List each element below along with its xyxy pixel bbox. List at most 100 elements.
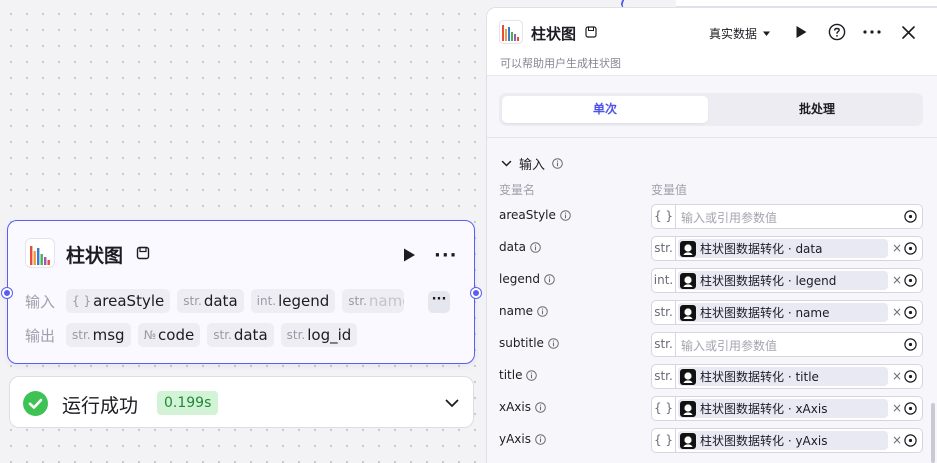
variable-name: name	[499, 304, 548, 318]
run-icon[interactable]	[401, 247, 417, 263]
type-badge: int.	[652, 269, 676, 292]
remove-reference-icon[interactable]: ×	[892, 369, 902, 383]
input-chip: { } areaStyle	[66, 289, 171, 313]
remove-reference-icon[interactable]: ×	[892, 433, 902, 447]
tab-single[interactable]: 单次	[502, 96, 708, 123]
variable-value-field[interactable]: str. 柱状图数据转化 · data ×	[651, 236, 923, 261]
variable-value-field[interactable]: { } 柱状图数据转化 · xAxis ×	[651, 396, 923, 421]
test-run-panel: 柱状图 可以帮助用户生成柱状图 真实数据 单次 批处理 输入 变量名 变量值 a…	[486, 7, 937, 463]
reference-tag[interactable]: 柱状图数据转化 · data	[678, 239, 888, 258]
reference-target-icon[interactable]	[904, 434, 917, 447]
column-header-name: 变量名	[499, 183, 536, 197]
variable-value-field[interactable]: str. 柱状图数据转化 · title ×	[651, 364, 923, 389]
reference-target-icon[interactable]	[904, 242, 917, 255]
reference-text: 柱状图数据转化 · yAxis	[700, 434, 828, 448]
type-badge: str.	[652, 301, 676, 324]
save-icon[interactable]	[136, 246, 150, 260]
reference-text: 柱状图数据转化 · xAxis	[700, 402, 828, 416]
section-title: 输入	[519, 158, 546, 173]
panel-title: 柱状图	[531, 25, 577, 43]
type-badge: { }	[652, 397, 676, 420]
save-icon[interactable]	[585, 26, 597, 38]
run-icon[interactable]	[791, 22, 811, 42]
reference-target-icon[interactable]	[904, 306, 917, 319]
reference-text: 柱状图数据转化 · name	[700, 306, 830, 320]
info-icon	[544, 273, 555, 285]
variable-row: subtitle str. 输入或引用参数值	[499, 332, 923, 358]
remove-reference-icon[interactable]: ×	[892, 401, 902, 415]
remove-reference-icon[interactable]: ×	[892, 273, 902, 287]
column-header-value: 变量值	[651, 183, 688, 197]
info-icon	[530, 241, 541, 253]
remove-reference-icon[interactable]: ×	[892, 241, 902, 255]
variable-row: xAxis { } 柱状图数据转化 · xAxis ×	[499, 396, 923, 422]
type-badge: str.	[652, 333, 676, 356]
run-mode-tabs: 单次 批处理	[499, 93, 923, 126]
variable-value-field[interactable]: str. 柱状图数据转化 · name ×	[651, 300, 923, 325]
variable-name: legend	[499, 272, 555, 286]
more-inputs-button[interactable]: ···	[428, 291, 450, 313]
type-badge: str.	[652, 365, 676, 388]
close-icon[interactable]	[898, 22, 918, 42]
plugin-icon	[680, 240, 696, 257]
reference-tag[interactable]: 柱状图数据转化 · yAxis	[678, 431, 888, 450]
tab-batch[interactable]: 批处理	[714, 96, 920, 123]
reference-tag[interactable]: 柱状图数据转化 · legend	[678, 271, 888, 290]
variable-name: title	[499, 368, 538, 382]
scrollbar[interactable]	[931, 403, 935, 463]
inputs-label: 输入	[25, 292, 56, 311]
help-icon[interactable]	[827, 22, 847, 42]
reference-target-icon[interactable]	[904, 210, 917, 223]
info-icon	[560, 209, 571, 221]
output-chip: str. data	[207, 323, 274, 347]
variable-value-field[interactable]: { } 柱状图数据转化 · yAxis ×	[651, 428, 923, 453]
info-icon	[535, 401, 546, 413]
input-chip: int. legend	[250, 289, 336, 313]
type-badge: str.	[652, 237, 676, 260]
reference-tag[interactable]: 柱状图数据转化 · name	[678, 303, 888, 322]
variable-name: data	[499, 240, 541, 254]
output-port[interactable]	[471, 288, 481, 298]
bar-chart-node[interactable]: 柱状图 ··· 输入 { } areaStyle str. data int. leg…	[2, 220, 481, 364]
plugin-icon	[680, 368, 696, 385]
caret-down-icon	[763, 31, 771, 36]
more-icon[interactable]: ···	[434, 245, 458, 266]
variable-value-field[interactable]: int. 柱状图数据转化 · legend ×	[651, 268, 923, 293]
variable-row: yAxis { } 柱状图数据转化 · yAxis ×	[499, 428, 923, 454]
variable-row: areaStyle { } 输入或引用参数值	[499, 204, 923, 230]
more-icon[interactable]	[862, 22, 882, 42]
reference-target-icon[interactable]	[904, 370, 917, 383]
info-icon	[537, 305, 548, 317]
variable-name: xAxis	[499, 400, 546, 414]
variable-row: name str. 柱状图数据转化 · name ×	[499, 300, 923, 326]
outputs-label: 输出	[25, 326, 56, 345]
input-port[interactable]	[2, 288, 12, 298]
info-icon	[552, 158, 563, 169]
info-icon	[526, 369, 538, 381]
variable-value-field[interactable]: str. 输入或引用参数值	[651, 332, 923, 357]
check-circle-icon	[23, 391, 48, 416]
reference-target-icon[interactable]	[904, 402, 917, 415]
plugin-icon	[680, 432, 696, 449]
reference-target-icon[interactable]	[904, 274, 917, 287]
reference-tag[interactable]: 柱状图数据转化 · title	[678, 367, 888, 386]
run-status-bar[interactable]: 运行成功 0.199s	[9, 376, 474, 428]
node-inputs-row: 输入 { } areaStyle str. data int. legend str.…	[25, 289, 405, 313]
plugin-icon	[680, 400, 696, 417]
reference-text: 柱状图数据转化 · title	[700, 370, 819, 384]
variable-value-field[interactable]: { } 输入或引用参数值	[651, 204, 923, 229]
output-chip: str. msg	[66, 323, 131, 347]
data-mode-label: 真实数据	[709, 27, 758, 41]
info-icon	[535, 433, 546, 445]
chevron-down-icon[interactable]	[444, 395, 460, 411]
reference-text: 柱状图数据转化 · data	[700, 242, 823, 256]
plugin-icon	[680, 272, 696, 289]
remove-reference-icon[interactable]: ×	[892, 305, 902, 319]
reference-tag[interactable]: 柱状图数据转化 · xAxis	[678, 399, 888, 418]
input-section-header[interactable]: 输入	[501, 154, 563, 173]
node-title: 柱状图	[66, 245, 124, 267]
variable-name: subtitle	[499, 336, 559, 350]
type-badge: { }	[652, 205, 676, 228]
reference-target-icon[interactable]	[904, 338, 917, 351]
data-mode-select[interactable]: 真实数据	[709, 25, 771, 42]
